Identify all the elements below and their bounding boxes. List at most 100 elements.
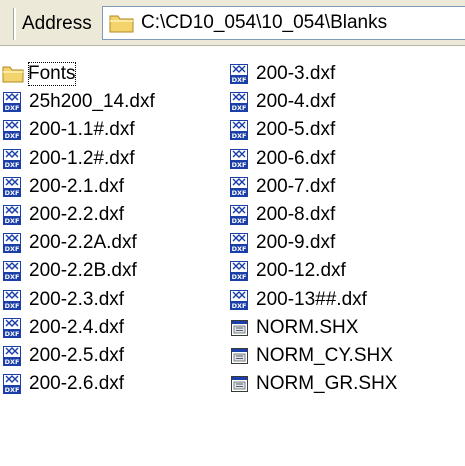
file-name: 200-13##.dxf	[256, 288, 367, 310]
dxf-file-icon: DXF	[2, 260, 22, 282]
file-name: 200-5.dxf	[256, 119, 336, 141]
file-item[interactable]: DXF 200-6.dxf	[227, 145, 452, 173]
dxf-file-icon: DXF	[2, 176, 22, 198]
svg-text:DXF: DXF	[5, 104, 20, 112]
file-name: 200-8.dxf	[256, 203, 336, 225]
svg-text:DXF: DXF	[232, 189, 247, 197]
file-name: 200-6.dxf	[256, 147, 336, 169]
file-name: 200-2.2A.dxf	[29, 232, 137, 254]
explorer-window: Address C:\CD10_054\10_054\Blanks Fonts D…	[0, 0, 465, 466]
file-item[interactable]: DXF 200-2.6.dxf	[0, 370, 225, 398]
file-item[interactable]: NORM_GR.SHX	[227, 370, 452, 398]
file-name: 200-2.2B.dxf	[29, 260, 137, 282]
svg-text:DXF: DXF	[232, 76, 247, 84]
file-item[interactable]: DXF 25h200_14.dxf	[0, 88, 225, 116]
svg-text:DXF: DXF	[5, 245, 20, 253]
dxf-file-icon: DXF	[229, 232, 249, 254]
file-column-2: DXF 200-3.dxf DXF 200-4.dxf DXF 200-5.dxf DXF 2…	[227, 60, 452, 398]
file-name: 25h200_14.dxf	[29, 91, 155, 113]
shx-file-icon	[229, 345, 249, 367]
folder-icon	[2, 63, 24, 85]
file-name: 200-9.dxf	[256, 232, 336, 254]
svg-text:DXF: DXF	[232, 161, 247, 169]
file-name: 200-7.dxf	[256, 175, 336, 197]
folder-item[interactable]: Fonts	[0, 60, 225, 88]
file-item[interactable]: DXF 200-8.dxf	[227, 201, 452, 229]
file-name: 200-2.5.dxf	[29, 344, 125, 366]
file-item[interactable]: DXF 200-2.3.dxf	[0, 286, 225, 314]
file-name: 200-1.2#.dxf	[29, 147, 135, 169]
file-item[interactable]: DXF 200-2.2B.dxf	[0, 257, 225, 285]
svg-text:DXF: DXF	[5, 358, 20, 366]
file-name: 200-2.4.dxf	[29, 316, 125, 338]
file-item[interactable]: DXF 200-12.dxf	[227, 257, 452, 285]
shx-file-icon	[229, 317, 249, 339]
file-name: 200-12.dxf	[256, 260, 346, 282]
file-item[interactable]: DXF 200-3.dxf	[227, 60, 452, 88]
file-item[interactable]: DXF 200-7.dxf	[227, 173, 452, 201]
dxf-file-icon: DXF	[2, 317, 22, 339]
svg-text:DXF: DXF	[232, 302, 247, 310]
file-name: 200-2.6.dxf	[29, 373, 125, 395]
file-name: 200-2.3.dxf	[29, 288, 125, 310]
svg-text:DXF: DXF	[232, 273, 247, 281]
file-name: NORM_GR.SHX	[256, 373, 398, 395]
dxf-file-icon: DXF	[2, 148, 22, 170]
file-item[interactable]: DXF 200-2.5.dxf	[0, 342, 225, 370]
address-bar: Address C:\CD10_054\10_054\Blanks	[0, 0, 465, 46]
file-item[interactable]: DXF 200-1.2#.dxf	[0, 145, 225, 173]
dxf-file-icon: DXF	[2, 204, 22, 226]
file-name: Fonts	[26, 60, 78, 88]
file-name: NORM.SHX	[256, 316, 359, 338]
file-item[interactable]: DXF 200-2.2.dxf	[0, 201, 225, 229]
dxf-file-icon: DXF	[2, 345, 22, 367]
svg-text:DXF: DXF	[5, 217, 20, 225]
svg-text:DXF: DXF	[232, 132, 247, 140]
svg-text:DXF: DXF	[5, 189, 20, 197]
svg-text:DXF: DXF	[5, 273, 20, 281]
dxf-file-icon: DXF	[229, 63, 249, 85]
shx-file-icon	[229, 373, 249, 395]
file-name: 200-2.1.dxf	[29, 175, 125, 197]
file-name: 200-4.dxf	[256, 91, 336, 113]
svg-text:DXF: DXF	[232, 245, 247, 253]
svg-text:DXF: DXF	[5, 302, 20, 310]
svg-text:DXF: DXF	[5, 161, 20, 169]
dxf-file-icon: DXF	[2, 289, 22, 311]
file-name: 200-1.1#.dxf	[29, 119, 135, 141]
svg-text:DXF: DXF	[232, 104, 247, 112]
dxf-file-icon: DXF	[229, 119, 249, 141]
file-item[interactable]: DXF 200-13##.dxf	[227, 286, 452, 314]
file-item[interactable]: DXF 200-4.dxf	[227, 88, 452, 116]
dxf-file-icon: DXF	[229, 289, 249, 311]
dxf-file-icon: DXF	[2, 232, 22, 254]
file-list: Fonts DXF 25h200_14.dxf DXF 200-1.1#.dxf DXF 2…	[0, 60, 465, 466]
file-name: 200-2.2.dxf	[29, 203, 125, 225]
file-item[interactable]: DXF 200-2.4.dxf	[0, 314, 225, 342]
file-column-1: Fonts DXF 25h200_14.dxf DXF 200-1.1#.dxf DXF 2…	[0, 60, 225, 398]
svg-text:DXF: DXF	[5, 330, 20, 338]
dxf-file-icon: DXF	[229, 260, 249, 282]
dxf-file-icon: DXF	[2, 373, 22, 395]
file-item[interactable]: DXF 200-2.2A.dxf	[0, 229, 225, 257]
file-item[interactable]: NORM_CY.SHX	[227, 342, 452, 370]
dxf-file-icon: DXF	[229, 176, 249, 198]
dxf-file-icon: DXF	[2, 119, 22, 141]
folder-icon	[109, 12, 135, 39]
file-item[interactable]: DXF 200-9.dxf	[227, 229, 452, 257]
file-item[interactable]: DXF 200-5.dxf	[227, 116, 452, 144]
svg-text:DXF: DXF	[5, 132, 20, 140]
svg-text:DXF: DXF	[5, 386, 20, 394]
dxf-file-icon: DXF	[229, 91, 249, 113]
address-field[interactable]: C:\CD10_054\10_054\Blanks	[102, 6, 465, 40]
file-name: NORM_CY.SHX	[256, 344, 393, 366]
dxf-file-icon: DXF	[229, 148, 249, 170]
address-label: Address	[14, 8, 92, 40]
file-item[interactable]: DXF 200-1.1#.dxf	[0, 116, 225, 144]
file-item[interactable]: DXF 200-2.1.dxf	[0, 173, 225, 201]
address-path[interactable]: C:\CD10_054\10_054\Blanks	[141, 7, 387, 39]
file-name: 200-3.dxf	[256, 63, 336, 84]
svg-text:DXF: DXF	[232, 217, 247, 225]
dxf-file-icon: DXF	[2, 91, 22, 113]
file-item[interactable]: NORM.SHX	[227, 314, 452, 342]
